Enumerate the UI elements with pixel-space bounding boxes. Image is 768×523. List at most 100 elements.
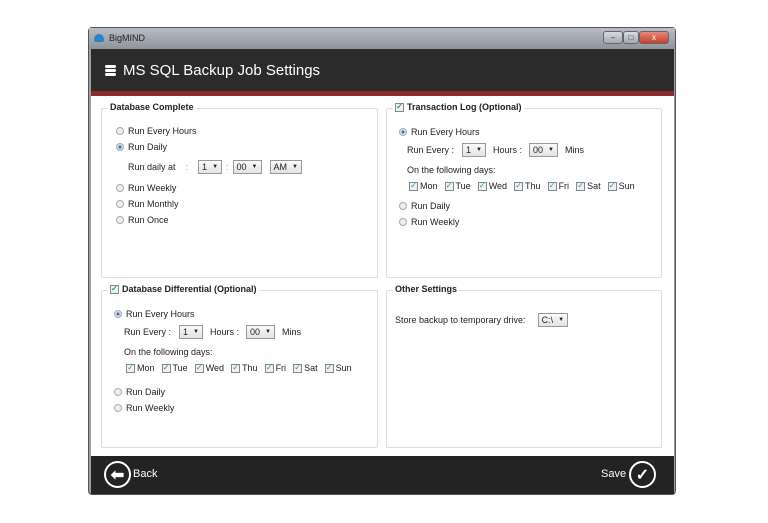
day-label: Sat	[304, 363, 318, 373]
minute-value: 00	[533, 145, 544, 155]
minute-select[interactable]: 00 ▼	[246, 325, 275, 339]
day-label: Mon	[420, 181, 438, 191]
day-mon[interactable]: ✓ Mon	[126, 363, 155, 373]
hours-label: Hours :	[493, 145, 523, 155]
radio-label: Run Daily	[126, 387, 166, 397]
radio-label: Run Every Hours	[411, 127, 480, 137]
day-wed[interactable]: ✓ Wed	[477, 181, 508, 191]
radio-run-weekly[interactable]: Run Weekly	[114, 403, 174, 413]
day-label: Mon	[137, 363, 155, 373]
days-label: On the following days:	[124, 347, 213, 357]
radio-run-weekly[interactable]: Run Weekly	[399, 217, 459, 227]
database-differential-toggle[interactable]: ✓ Database Differential (Optional)	[108, 284, 259, 294]
database-icon	[105, 65, 116, 78]
minute-select[interactable]: 00 ▼	[232, 160, 262, 174]
day-tue[interactable]: ✓ Tue	[161, 363, 188, 373]
dropdown-arrow-icon: ▼	[476, 147, 482, 153]
radio-label: Run Every Hours	[128, 126, 197, 136]
run-daily-at-row: Run daily at : 1 ▼ : 00 ▼ AM ▼	[128, 160, 302, 174]
day-sun[interactable]: ✓ Sun	[324, 363, 352, 373]
day-label: Sun	[618, 181, 635, 191]
dropdown-arrow-icon: ▼	[558, 317, 565, 323]
dropdown-arrow-icon: ▼	[251, 164, 258, 170]
day-fri[interactable]: ✓ Fri	[547, 181, 570, 191]
radio-run-weekly[interactable]: Run Weekly	[116, 183, 176, 193]
days-checkboxes: ✓ Mon ✓ Tue ✓ Wed ✓ Thu ✓ Fri ✓ Sat ✓ Sun	[126, 363, 357, 373]
dropdown-arrow-icon: ▼	[292, 164, 298, 170]
minute-select[interactable]: 00 ▼	[529, 143, 558, 157]
transaction-log-panel: ✓ Transaction Log (Optional) Run Every Ho…	[386, 102, 662, 278]
store-backup-label: Store backup to temporary drive:	[395, 315, 526, 325]
day-sat[interactable]: ✓ Sat	[576, 181, 601, 191]
radio-label: Run Weekly	[411, 217, 460, 227]
radio-label: Run Weekly	[128, 183, 177, 193]
radio-run-daily[interactable]: Run Daily	[116, 142, 167, 152]
days-label: On the following days:	[407, 165, 496, 175]
run-every-row: Run Every : 1 ▼ Hours : 00 ▼ Mins	[407, 143, 584, 157]
panel-title: Transaction Log (Optional)	[407, 102, 522, 112]
radio-label: Run Weekly	[126, 403, 175, 413]
minute-value: 00	[236, 162, 247, 172]
panel-title: Database Complete	[108, 102, 196, 112]
radio-run-once[interactable]: Run Once	[116, 215, 169, 225]
database-complete-panel: Database Complete Run Every Hours Run Da…	[101, 102, 378, 278]
run-daily-at-label: Run daily at	[128, 162, 176, 172]
radio-run-monthly[interactable]: Run Monthly	[116, 199, 179, 209]
radio-run-daily[interactable]: Run Daily	[399, 201, 450, 211]
arrow-left-icon: ⬅	[104, 461, 131, 488]
radio-label: Run Once	[128, 215, 169, 225]
day-tue[interactable]: ✓ Tue	[444, 181, 471, 191]
day-label: Sat	[587, 181, 601, 191]
hour-value: 1	[466, 145, 472, 155]
close-button[interactable]: x	[639, 31, 669, 44]
radio-run-every-hours[interactable]: Run Every Hours	[116, 126, 197, 136]
separator: :	[226, 162, 229, 172]
radio-label: Run Daily	[128, 142, 168, 152]
radio-run-every-hours[interactable]: Run Every Hours	[399, 127, 480, 137]
day-label: Fri	[558, 181, 570, 191]
radio-label: Run Every Hours	[126, 309, 195, 319]
page-title: MS SQL Backup Job Settings	[123, 62, 321, 79]
ampm-select[interactable]: AM ▼	[269, 160, 302, 174]
checkbox-checked-icon[interactable]: ✓	[395, 102, 404, 112]
day-label: Thu	[525, 181, 541, 191]
panel-title: Database Differential (Optional)	[122, 284, 257, 294]
radio-label: Run Daily	[411, 201, 451, 211]
mins-label: Mins	[564, 145, 584, 155]
separator: :	[185, 162, 189, 172]
day-sat[interactable]: ✓ Sat	[293, 363, 318, 373]
radio-label: Run Monthly	[128, 199, 179, 209]
run-every-row: Run Every : 1 ▼ Hours : 00 ▼ Mins	[124, 325, 301, 339]
temp-drive-row: Store backup to temporary drive: C:\ ▼	[395, 313, 569, 327]
dropdown-arrow-icon: ▼	[193, 329, 199, 335]
day-thu[interactable]: ✓ Thu	[514, 181, 541, 191]
settings-content: Database Complete Run Every Hours Run Da…	[91, 96, 674, 456]
ampm-value: AM	[273, 162, 288, 172]
checkbox-checked-icon[interactable]: ✓	[110, 284, 119, 294]
back-label: Back	[133, 468, 158, 480]
transaction-log-toggle[interactable]: ✓ Transaction Log (Optional)	[393, 102, 524, 112]
drive-select[interactable]: C:\ ▼	[537, 313, 569, 327]
other-settings-panel: Other Settings Store backup to temporary…	[386, 284, 662, 448]
minimize-button[interactable]: –	[603, 31, 623, 44]
days-checkboxes: ✓ Mon ✓ Tue ✓ Wed ✓ Thu ✓ Fri ✓ Sat ✓ Sun	[409, 181, 640, 191]
radio-run-daily[interactable]: Run Daily	[114, 387, 165, 397]
hour-select[interactable]: 1 ▼	[462, 143, 486, 157]
radio-run-every-hours[interactable]: Run Every Hours	[114, 309, 195, 319]
mins-label: Mins	[281, 327, 301, 337]
database-differential-panel: ✓ Database Differential (Optional) Run Ev…	[101, 284, 378, 448]
day-thu[interactable]: ✓ Thu	[231, 363, 258, 373]
hour-value: 1	[183, 327, 189, 337]
day-label: Thu	[242, 363, 258, 373]
day-fri[interactable]: ✓ Fri	[264, 363, 286, 373]
hour-select[interactable]: 1 ▼	[198, 160, 223, 174]
hours-label: Hours :	[210, 327, 240, 337]
day-label: Wed	[488, 181, 508, 191]
day-mon[interactable]: ✓ Mon	[409, 181, 438, 191]
day-wed[interactable]: ✓ Wed	[194, 363, 224, 373]
maximize-button[interactable]: □	[623, 31, 639, 44]
hour-select[interactable]: 1 ▼	[179, 325, 203, 339]
day-label: Sun	[335, 363, 352, 373]
day-sun[interactable]: ✓ Sun	[607, 181, 635, 191]
hour-value: 1	[202, 162, 208, 172]
